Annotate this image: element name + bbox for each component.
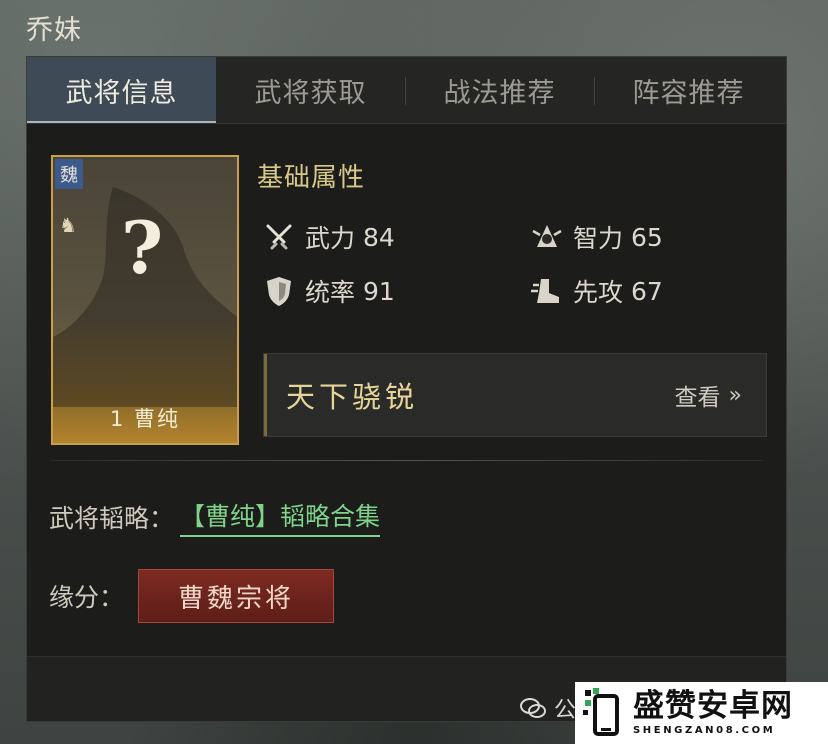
intellect-icon <box>531 221 563 253</box>
site-logo: 盛赞安卓网 SHENGZAN08.COM <box>575 682 828 744</box>
stat-value: 84 <box>363 222 395 252</box>
stat-intellect: 智力 65 <box>531 219 663 255</box>
view-trait-button[interactable]: 查看 » <box>675 378 742 412</box>
stat-value: 91 <box>363 276 395 306</box>
stat-value: 67 <box>631 276 663 306</box>
site-logo-en: SHENGZAN08.COM <box>633 724 776 736</box>
attributes-title: 基础属性 <box>257 163 366 193</box>
site-logo-cn: 盛赞安卓网 <box>633 687 793 724</box>
strategy-row: 武将韬略： 【曹纯】韬略合集 <box>49 497 381 537</box>
wechat-icon <box>520 698 546 718</box>
fate-row: 缘分： 曹魏宗将 <box>49 569 335 623</box>
hero-detail-panel: 武将信息 武将获取 战法推荐 阵容推荐 魏 ♞ ? 1 曹纯 基础属性 武力 8… <box>26 56 787 722</box>
hero-card[interactable]: 魏 ♞ ? 1 曹纯 <box>51 155 239 445</box>
stat-speed: 先攻 67 <box>531 273 663 309</box>
card-label: 1 曹纯 <box>53 403 237 433</box>
hero-name: 乔妹 <box>26 15 82 46</box>
tab-lineup-recommend[interactable]: 阵容推荐 <box>594 57 783 123</box>
phone-logo-icon <box>583 688 627 738</box>
crossed-swords-icon <box>263 221 295 253</box>
tab-tactic-recommend[interactable]: 战法推荐 <box>405 57 594 123</box>
strategy-label: 武将韬略： <box>49 504 175 533</box>
horse-icon: ♞ <box>59 213 77 237</box>
card-hero-name: 曹纯 <box>134 407 181 431</box>
tab-bar: 武将信息 武将获取 战法推荐 阵容推荐 <box>27 57 786 124</box>
tab-hero-info[interactable]: 武将信息 <box>27 57 216 123</box>
stat-command: 统率 91 <box>263 273 395 309</box>
site-logo-text: 盛赞安卓网 SHENGZAN08.COM <box>633 687 793 736</box>
stat-label: 武力 <box>305 224 356 253</box>
double-chevron-right-icon: » <box>728 382 742 408</box>
trait-name: 天下骁锐 <box>286 380 419 414</box>
strategy-collection-link[interactable]: 【曹纯】韬略合集 <box>180 497 381 537</box>
stat-value: 65 <box>631 222 663 252</box>
card-cost: 1 <box>109 407 126 431</box>
faction-badge: 魏 <box>55 159 83 189</box>
stat-label: 智力 <box>573 224 624 253</box>
stat-label: 统率 <box>305 278 356 307</box>
stat-force: 武力 84 <box>263 219 395 255</box>
stat-label: 先攻 <box>573 278 624 307</box>
tab-hero-acquire[interactable]: 武将获取 <box>216 57 405 123</box>
fate-label: 缘分： <box>49 583 125 612</box>
shield-icon <box>263 275 295 307</box>
view-label: 查看 <box>674 385 721 411</box>
trait-panel[interactable]: 天下骁锐 查看 » <box>263 353 767 437</box>
unknown-portrait-icon: ? <box>121 205 164 290</box>
speed-boot-icon <box>531 275 563 307</box>
section-divider <box>51 460 763 461</box>
fate-badge[interactable]: 曹魏宗将 <box>138 569 335 623</box>
